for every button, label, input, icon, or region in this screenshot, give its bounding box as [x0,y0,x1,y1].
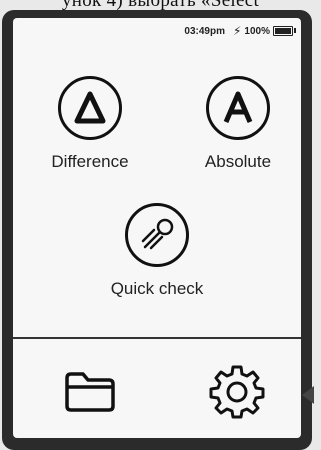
absolute-a-icon [206,76,270,140]
status-bar: 03:49pm ⚡ 100% [184,24,296,38]
battery-percent: 100% [244,25,270,37]
divider [13,337,301,339]
quick-check-label: Quick check [110,279,204,298]
settings-button[interactable] [208,361,266,424]
quick-check-comet-icon [125,203,189,267]
difference-mode-button[interactable]: Difference [35,76,145,172]
difference-mode-label: Difference [51,152,129,171]
quick-check-button[interactable]: Quick check [97,203,217,299]
side-pointer-arrow [302,386,314,404]
charging-bolt-icon: ⚡ [232,24,242,38]
folder-icon [65,372,115,412]
delta-icon [58,76,122,140]
battery-indicator: ⚡ 100% [232,24,296,38]
gear-icon [209,365,265,419]
folder-button[interactable] [63,370,117,419]
absolute-mode-label: Absolute [204,152,272,171]
device-screen: 03:49pm ⚡ 100% Difference Absolute Quick… [13,18,301,438]
device-frame: 03:49pm ⚡ 100% Difference Absolute Quick… [2,10,314,450]
status-time: 03:49pm [184,25,225,37]
battery-icon [273,26,296,36]
absolute-mode-button[interactable]: Absolute [183,76,293,172]
